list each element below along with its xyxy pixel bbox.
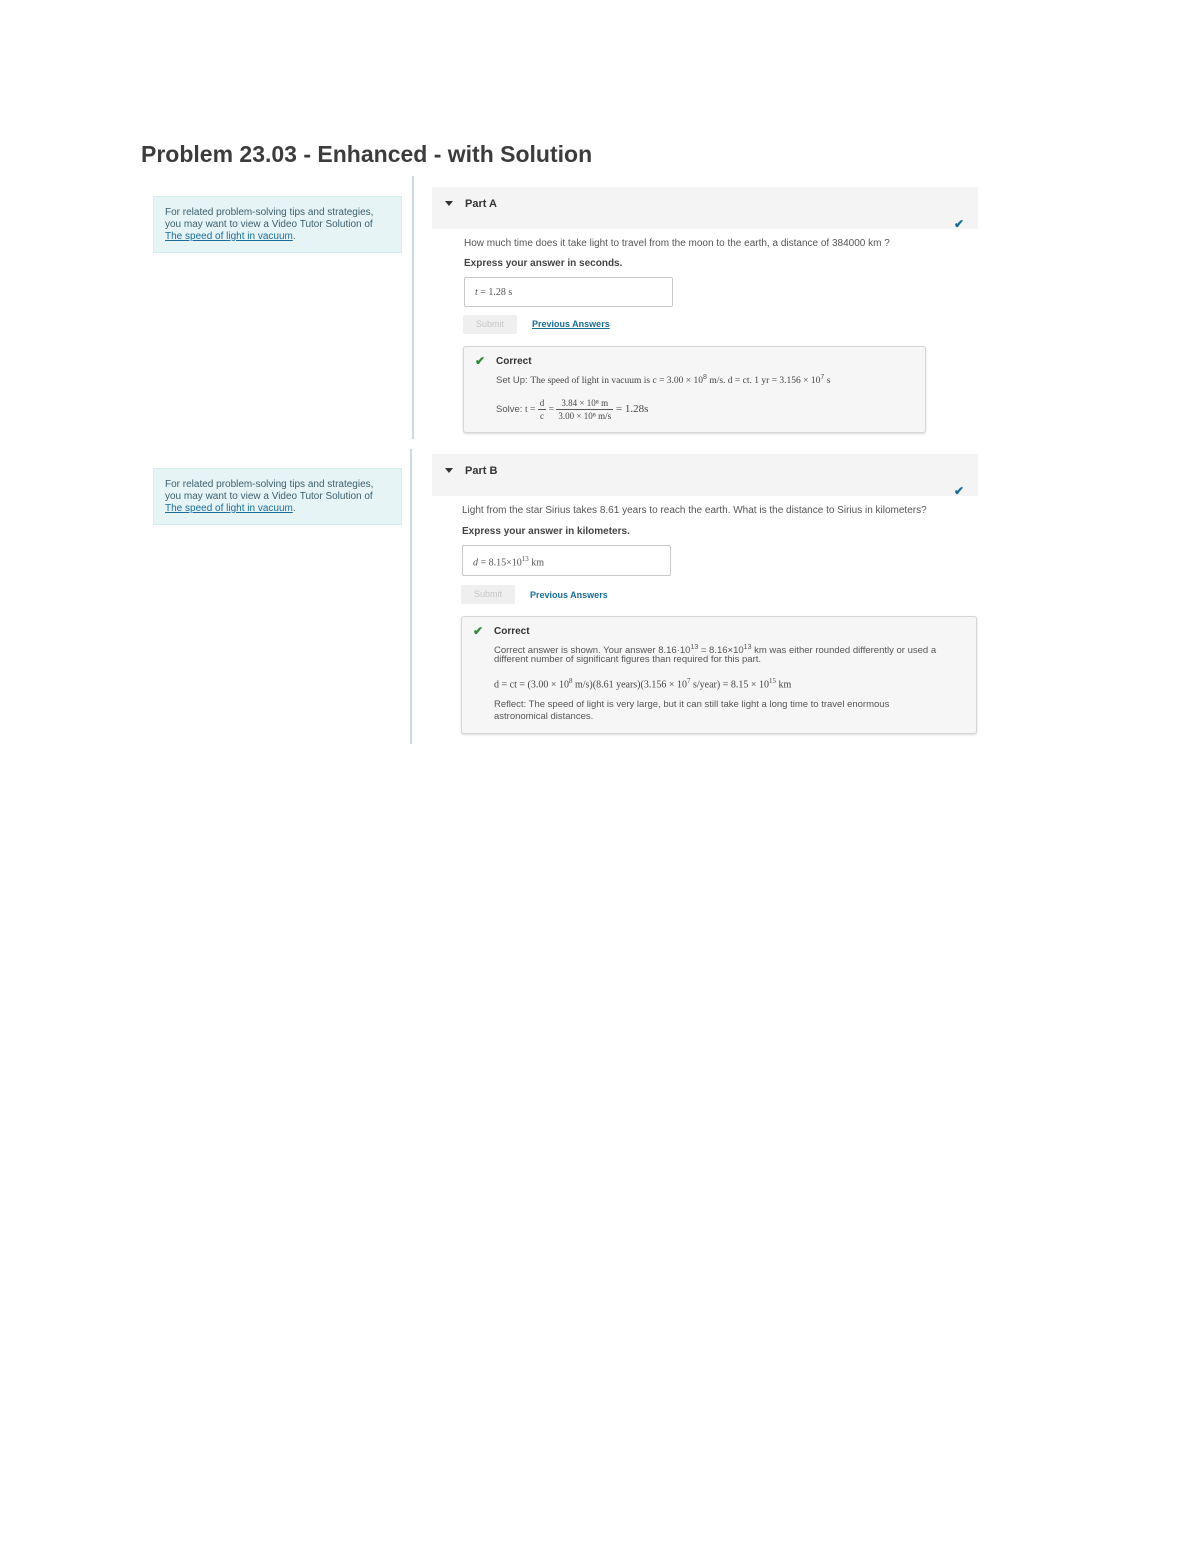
tip-text: For related problem-solving tips and str… bbox=[165, 479, 374, 502]
eq-part: d = ct = (3.00 × 10 bbox=[494, 679, 569, 691]
divider-line bbox=[412, 176, 414, 439]
answer-unit: s bbox=[508, 287, 513, 298]
part-b-question: Light from the star Sirius takes 8.61 ye… bbox=[462, 505, 927, 516]
tip-end: . bbox=[292, 231, 296, 242]
answer-exp: 13 bbox=[521, 555, 529, 563]
part-a-label: Part A bbox=[465, 198, 497, 210]
tip-end: . bbox=[292, 503, 296, 514]
feedback-equation: d = ct = (3.00 × 108 m/s)(8.61 years)(3.… bbox=[494, 675, 791, 691]
feedback-setup: Set Up: The speed of light in vacuum is … bbox=[496, 372, 830, 387]
frac2-num: 3.84 × 10⁸ m bbox=[556, 397, 614, 410]
feedback-title: Correct bbox=[494, 626, 530, 637]
setup-label: Set Up: bbox=[496, 375, 531, 387]
tip-box-part-a: For related problem-solving tips and str… bbox=[153, 196, 402, 253]
part-a-instruction: Express your answer in seconds. bbox=[464, 258, 623, 269]
video-tutor-link[interactable]: The speed of light in vacuum bbox=[165, 231, 293, 242]
feedback-solve: Solve: t = dc = 3.84 × 10⁸ m 3.00 × 10⁸ m… bbox=[496, 397, 648, 422]
caret-down-icon bbox=[445, 468, 453, 473]
part-a-header[interactable]: Part A ✔ bbox=[432, 187, 978, 231]
setup-end: s bbox=[824, 376, 831, 387]
part-b-answer-field[interactable]: d = 8.15×1013 km bbox=[462, 545, 671, 576]
correct-check-icon: ✔ bbox=[475, 354, 486, 368]
video-tutor-link[interactable]: The speed of light in vacuum bbox=[165, 503, 293, 514]
submit-button[interactable]: Submit bbox=[463, 315, 517, 334]
eq-part: s/year) = 8.15 × 10 bbox=[690, 679, 769, 691]
frac2-den: 3.00 × 10⁸ m/s bbox=[558, 411, 612, 421]
part-a-question: How much time does it take light to trav… bbox=[464, 238, 890, 249]
part-b-instruction: Express your answer in kilometers. bbox=[462, 526, 630, 537]
checkmark-icon: ✔ bbox=[953, 484, 964, 498]
divider-line bbox=[410, 449, 412, 744]
previous-answers-link[interactable]: Previous Answers bbox=[532, 319, 610, 329]
feedback-line-2: different number of significant figures … bbox=[494, 654, 762, 665]
answer-value: 8.15×10 bbox=[488, 557, 522, 569]
page-title: Problem 23.03 - Enhanced - with Solution bbox=[141, 141, 593, 167]
part-a-answer-field[interactable]: t = 1.28 s bbox=[464, 277, 673, 307]
answer-unit: km bbox=[531, 557, 545, 569]
answer-equals: = bbox=[478, 557, 489, 569]
checkmark-icon: ✔ bbox=[953, 217, 964, 231]
answer-value: 1.28 bbox=[488, 287, 506, 298]
eq-exp: 15 bbox=[768, 677, 776, 685]
part-b-header[interactable]: Part B ✔ bbox=[432, 454, 978, 498]
part-b-label: Part B bbox=[465, 465, 498, 477]
feedback-title: Correct bbox=[496, 356, 532, 367]
tip-box-part-b: For related problem-solving tips and str… bbox=[153, 468, 402, 525]
part-a-feedback: ✔ Correct Set Up: The speed of light in … bbox=[463, 346, 926, 433]
setup-text: The speed of light in vacuum is c = 3.00… bbox=[530, 376, 704, 387]
solve-lhs: t = bbox=[525, 405, 538, 416]
caret-down-icon bbox=[445, 201, 453, 206]
feedback-text: km was either rounded differently or use… bbox=[751, 645, 937, 657]
solve-result: = 1.28s bbox=[613, 403, 649, 416]
tip-text: For related problem-solving tips and str… bbox=[165, 207, 374, 230]
eq-part: km bbox=[775, 679, 792, 691]
submit-button[interactable]: Submit bbox=[461, 585, 515, 604]
eq-part: m/s)(8.61 years)(3.156 × 10 bbox=[572, 679, 687, 691]
solve-eq: = bbox=[546, 405, 557, 416]
solve-label: Solve: bbox=[496, 404, 526, 416]
answer-equals: = bbox=[477, 287, 489, 298]
feedback-reflect-1: Reflect: The speed of light is very larg… bbox=[494, 699, 890, 710]
previous-answers-link[interactable]: Previous Answers bbox=[530, 590, 608, 600]
correct-check-icon: ✔ bbox=[473, 624, 484, 638]
setup-rest: m/s. d = ct. 1 yr = 3.156 × 10 bbox=[706, 376, 821, 387]
part-b-feedback: ✔ Correct Correct answer is shown. Your … bbox=[461, 616, 977, 734]
feedback-reflect-2: astronomical distances. bbox=[494, 711, 594, 722]
